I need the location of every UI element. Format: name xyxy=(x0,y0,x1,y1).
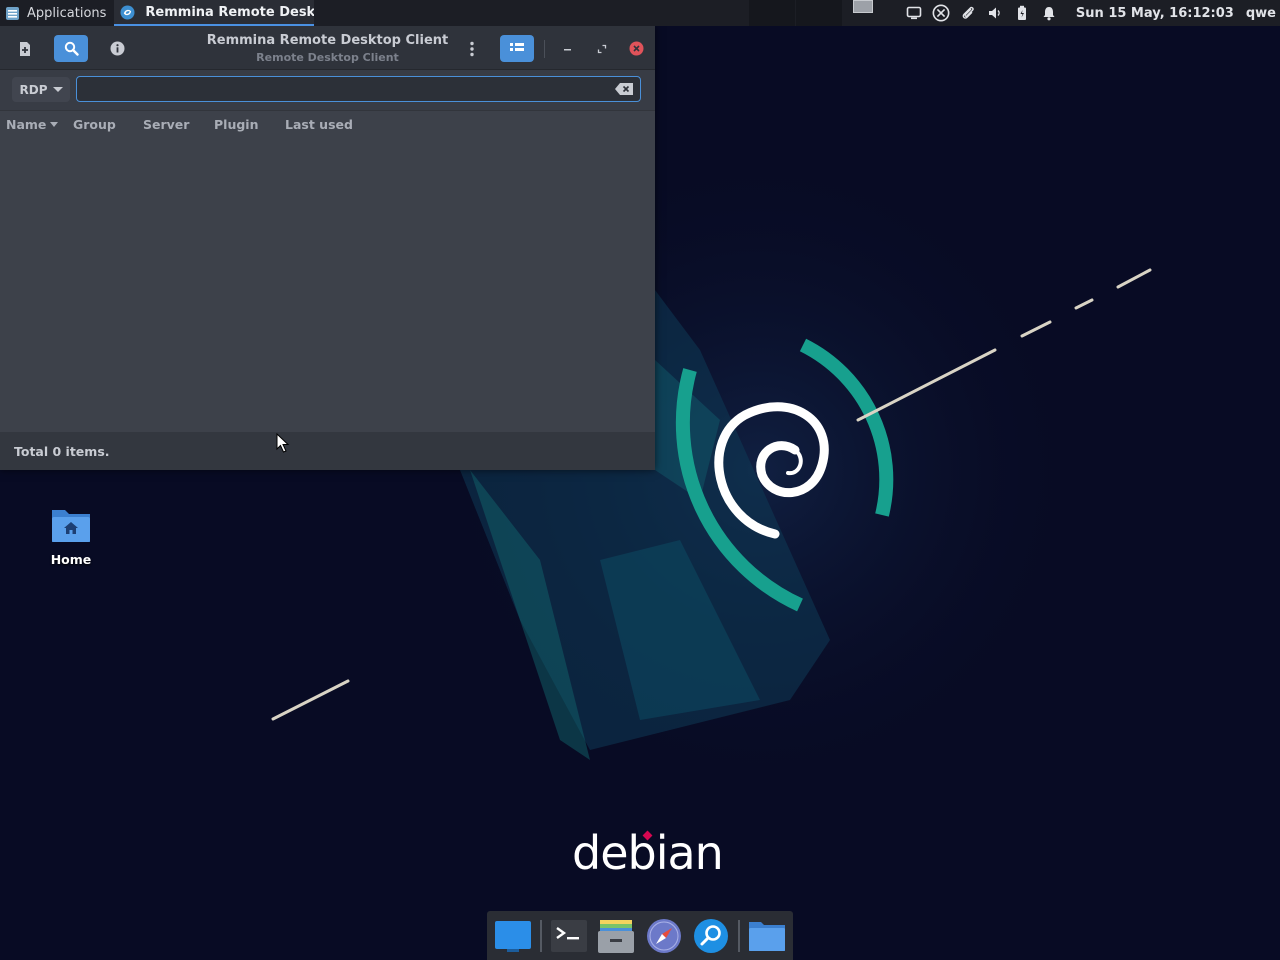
dock xyxy=(487,911,793,960)
dock-file-archiver[interactable] xyxy=(597,916,636,956)
clear-search-icon[interactable] xyxy=(614,82,634,96)
mouse-cursor-icon xyxy=(276,433,290,453)
desktop-icon-home[interactable]: Home xyxy=(31,506,111,567)
file-cabinet-icon xyxy=(598,919,635,953)
taskbar-item-remmina[interactable]: Remmina Remote Deskto... xyxy=(114,0,315,26)
remmina-window: Remmina Remote Desktop Client Remote Des… xyxy=(0,26,655,470)
chevron-down-icon xyxy=(52,87,63,92)
desktop-icon-label: Home xyxy=(50,552,92,567)
protocol-selector[interactable]: RDP xyxy=(12,77,70,102)
main-menu-button[interactable] xyxy=(455,35,489,62)
dock-search[interactable] xyxy=(691,916,730,956)
connection-list[interactable]: Name Group Server Plugin Last used xyxy=(0,110,655,432)
clock[interactable]: Sun 15 May, 16:12:03 xyxy=(1068,6,1246,21)
close-icon xyxy=(629,41,643,56)
dock-show-desktop[interactable] xyxy=(493,916,532,956)
search-toolbar: RDP xyxy=(0,70,655,108)
dock-terminal[interactable] xyxy=(550,916,589,956)
header-separator xyxy=(544,40,545,58)
top-panel: Applications Remmina Remote Deskto... Su… xyxy=(0,0,1280,26)
taskbar-item-label: Remmina Remote Deskto... xyxy=(145,4,315,20)
desktop-icon xyxy=(494,920,531,952)
dock-web-browser[interactable] xyxy=(644,916,683,956)
applications-menu[interactable]: Applications xyxy=(0,0,114,26)
workspace-1[interactable] xyxy=(748,0,795,26)
minimize-button[interactable] xyxy=(551,35,585,62)
dock-separator xyxy=(540,919,542,952)
applications-label: Applications xyxy=(27,5,107,21)
battery-icon[interactable] xyxy=(1013,4,1031,22)
column-header-group[interactable]: Group xyxy=(67,117,137,132)
maximize-button[interactable] xyxy=(585,35,619,62)
workspace-2[interactable] xyxy=(795,0,842,26)
column-header-plugin[interactable]: Plugin xyxy=(208,117,279,132)
column-headers: Name Group Server Plugin Last used xyxy=(0,111,655,137)
dock-separator xyxy=(738,919,740,952)
status-bar: Total 0 items. xyxy=(0,432,655,470)
remmina-icon xyxy=(120,5,135,19)
dock-file-manager[interactable] xyxy=(748,916,787,956)
maximize-icon xyxy=(597,44,607,53)
network-disconnected-icon[interactable] xyxy=(932,4,950,22)
applications-menu-icon xyxy=(6,6,19,20)
user-menu[interactable]: qwe xyxy=(1246,6,1280,21)
header-bar: Remmina Remote Desktop Client Remote Des… xyxy=(0,26,655,70)
kebab-menu-icon xyxy=(470,41,474,56)
list-view-icon xyxy=(510,42,524,51)
folder-icon xyxy=(749,921,786,951)
item-count: Total 0 items. xyxy=(14,443,110,459)
column-header-server[interactable]: Server xyxy=(137,117,208,132)
home-folder-icon xyxy=(52,510,90,542)
display-icon[interactable] xyxy=(905,4,923,22)
close-button[interactable] xyxy=(619,35,653,62)
notifications-bell-icon[interactable] xyxy=(1040,4,1058,22)
column-header-name[interactable]: Name xyxy=(0,117,67,132)
system-tray xyxy=(895,4,1068,22)
minimize-icon xyxy=(564,48,571,50)
search-app-icon xyxy=(693,918,728,953)
view-toggle-button[interactable] xyxy=(500,35,534,62)
sort-descending-icon xyxy=(50,121,59,127)
workspace-pager[interactable] xyxy=(852,0,873,13)
column-header-last-used[interactable]: Last used xyxy=(279,117,379,132)
search-input[interactable] xyxy=(76,76,641,102)
compass-browser-icon xyxy=(646,918,681,953)
protocol-label: RDP xyxy=(19,82,48,97)
terminal-icon xyxy=(551,919,588,952)
paperclip-icon[interactable] xyxy=(959,4,977,22)
volume-icon[interactable] xyxy=(986,4,1004,22)
